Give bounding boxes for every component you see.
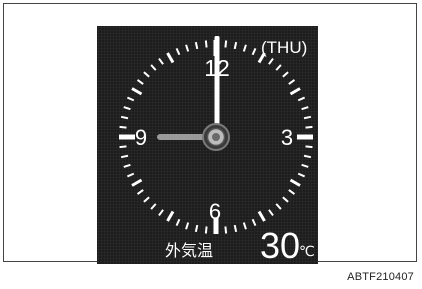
minute-tick [251,218,257,227]
minute-tick [251,47,257,56]
minute-tick [224,226,228,234]
minute-tick [143,196,150,203]
minute-tick [120,115,129,120]
minute-tick [288,189,296,195]
minute-tick [275,64,282,71]
minute-tick [185,222,190,230]
minute-tick [194,41,199,50]
minute-tick [288,79,296,85]
minute-tick [136,79,144,85]
minute-tick [126,96,135,102]
hour-tick [131,87,143,96]
minute-tick [136,189,144,195]
minute-tick [143,71,150,78]
minute-tick [303,115,312,120]
minute-tick [120,154,129,159]
minute-tick [224,40,228,48]
numeral-9: 9 [135,125,147,150]
hour-tick [131,178,143,187]
minute-tick [297,172,306,178]
minute-tick [301,106,309,111]
minute-tick [268,57,274,65]
minute-tick [233,41,238,50]
circle-hub-icon [202,123,230,151]
minute-tick [119,125,127,129]
minute-tick [158,209,164,217]
hour-tick [257,210,266,222]
clock-face: 12 3 6 9 (THU) 外気温 30 ℃ [119,36,315,264]
hour-tick [289,178,301,187]
minute-tick [175,218,181,227]
minute-hand [214,36,220,136]
clock-display: 12 3 6 9 (THU) 外気温 30 ℃ [97,26,318,264]
minute-tick [204,40,208,48]
minute-tick [233,224,238,233]
day-of-week: (THU) [261,38,307,57]
minute-tick [303,154,312,159]
minute-tick [119,145,127,149]
hour-tick [166,210,175,222]
minute-tick [242,44,247,52]
hour-tick [166,52,175,64]
minute-tick [305,145,313,149]
minute-tick [126,172,135,178]
hour-tick [289,87,301,96]
minute-tick [150,64,157,71]
temperature-label: 外気温 [165,241,213,260]
minute-tick [305,125,313,129]
minute-tick [282,196,289,203]
minute-tick [301,163,309,168]
temperature-unit: ℃ [299,244,315,260]
minute-tick [185,44,190,52]
minute-tick [150,203,157,210]
minute-tick [204,226,208,234]
figure-code: ABTF210407 [347,271,414,283]
minute-tick [175,47,181,56]
minute-tick [194,224,199,233]
minute-tick [268,209,274,217]
minute-tick [297,96,306,102]
minute-tick [282,71,289,78]
numeral-6: 6 [209,199,221,224]
minute-tick [123,163,131,168]
minute-tick [242,222,247,230]
numeral-3: 3 [281,125,293,150]
minute-tick [275,203,282,210]
minute-tick [123,106,131,111]
temperature-value: 30 [260,225,300,264]
minute-tick [158,57,164,65]
